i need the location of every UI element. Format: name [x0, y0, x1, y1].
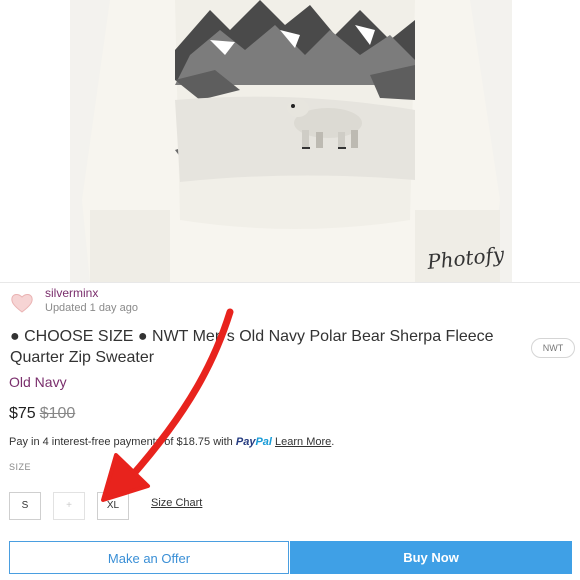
listing-title: ● CHOOSE SIZE ● NWT Men's Old Navy Polar…	[10, 328, 494, 366]
size-chart-link[interactable]: Size Chart	[151, 497, 202, 509]
make-offer-button[interactable]: Make an Offer	[9, 541, 289, 574]
seller-info[interactable]: silverminx Updated 1 day ago	[10, 286, 310, 316]
buy-now-button[interactable]: Buy Now	[290, 541, 572, 574]
size-label: SIZE	[9, 462, 32, 472]
current-price: $75	[9, 405, 36, 422]
learn-more-link[interactable]: Learn More	[275, 436, 331, 448]
size-option-unavailable: +	[53, 492, 85, 520]
price: $75 $100	[9, 405, 75, 423]
product-image-area: Photofy	[0, 0, 580, 282]
sweater-image	[70, 0, 512, 282]
size-option-s[interactable]: S	[9, 492, 41, 520]
brand-link[interactable]: Old Navy	[9, 374, 67, 390]
condition-badge: NWT	[531, 338, 575, 358]
installments-info: Pay in 4 interest-free payments of $18.7…	[9, 436, 335, 448]
seller-avatar-heart-icon[interactable]	[10, 291, 34, 315]
product-photo[interactable]: Photofy	[70, 0, 512, 282]
seller-username[interactable]: silverminx	[45, 286, 98, 300]
installments-text: Pay in 4 interest-free payments of $18.7…	[9, 436, 233, 448]
size-option-xl[interactable]: XL	[97, 492, 129, 520]
divider	[0, 282, 580, 283]
original-price: $100	[39, 405, 76, 422]
listing-updated-time: Updated 1 day ago	[45, 302, 138, 314]
paypal-logo: PayPal	[235, 436, 272, 448]
